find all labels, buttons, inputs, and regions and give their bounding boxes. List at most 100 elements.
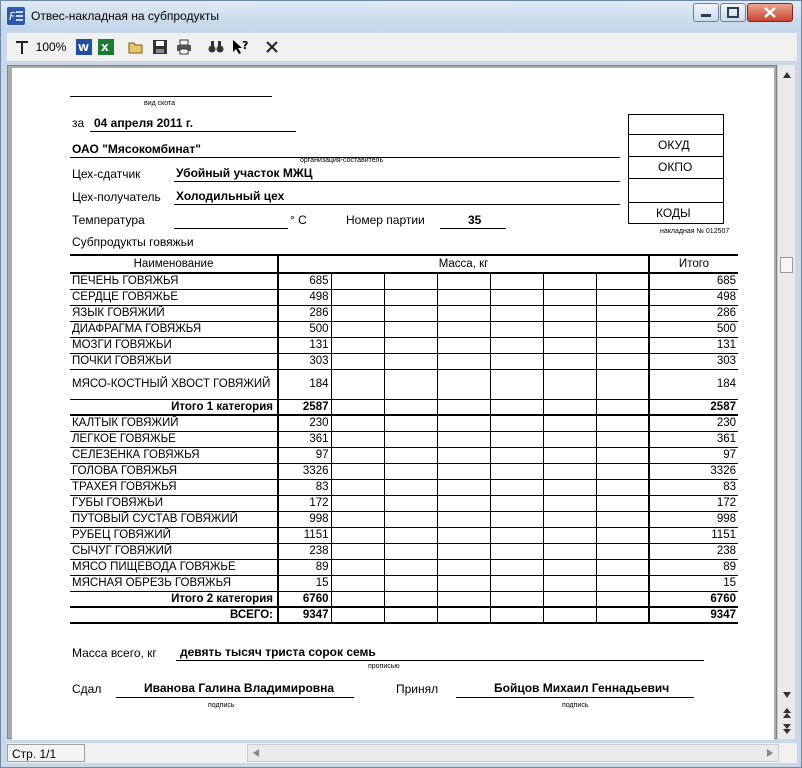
- empty-mass-cell: [595, 446, 650, 464]
- empty-mass-cell: [489, 398, 544, 416]
- empty-mass-cell: [436, 510, 491, 528]
- empty-mass-cell: [595, 494, 650, 512]
- item-name: ПОЧКИ ГОВЯЖЬИ: [70, 352, 279, 370]
- table-header-row: Наименование Масса, кг Итого: [70, 254, 738, 274]
- mass-total-words: девять тысяч триста сорок семь: [180, 645, 376, 659]
- empty-mass-cell: [542, 526, 597, 544]
- empty-mass-cell: [330, 542, 385, 560]
- scroll-right-button[interactable]: [762, 745, 778, 761]
- table-row: МЯСНАЯ ОБРЕЗЬ ГОВЯЖЬЯ 15 15: [70, 574, 738, 592]
- subtotal-row: Итого 2 категория 6760 6760: [70, 590, 738, 608]
- empty-mass-cell: [436, 414, 491, 432]
- zoom-button[interactable]: 100%: [33, 37, 69, 57]
- empty-mass-cell: [383, 558, 438, 576]
- empty-mass-cell: [542, 494, 597, 512]
- empty-mass-cell: [542, 574, 597, 592]
- empty-mass-cell: [595, 398, 650, 416]
- fit-button[interactable]: [13, 37, 31, 57]
- item-name: ГУБЫ ГОВЯЖЬИ: [70, 494, 279, 512]
- table-row: ГУБЫ ГОВЯЖЬИ 172 172: [70, 494, 738, 512]
- item-mass: 303: [277, 352, 332, 370]
- empty-mass-cell: [542, 288, 597, 306]
- item-total: 1151: [648, 526, 738, 544]
- empty-mass-cell: [542, 606, 597, 624]
- empty-mass-cell: [436, 288, 491, 306]
- item-total: 998: [648, 510, 738, 528]
- empty-mass-cell: [489, 272, 544, 290]
- item-total: 89: [648, 558, 738, 576]
- empty-mass-cell: [595, 542, 650, 560]
- item-total: 303: [648, 352, 738, 370]
- item-mass: 83: [277, 478, 332, 496]
- empty-mass-cell: [542, 368, 597, 400]
- empty-mass-cell: [542, 590, 597, 608]
- codes-divider: [628, 156, 724, 157]
- subtotal-row: Итого 1 категория 2587 2587: [70, 398, 738, 416]
- save-button[interactable]: [151, 37, 169, 57]
- scroll-up-button[interactable]: [779, 67, 795, 83]
- table-row: ПЕЧЕНЬ ГОВЯЖЬЯ 685 685: [70, 272, 738, 290]
- empty-mass-cell: [383, 352, 438, 370]
- vertical-scrollbar[interactable]: [777, 65, 795, 739]
- empty-mass-cell: [542, 510, 597, 528]
- open-button[interactable]: [127, 37, 145, 57]
- empty-mass-cell: [383, 288, 438, 306]
- empty-mass-cell: [330, 478, 385, 496]
- export-word-button[interactable]: W: [75, 37, 93, 57]
- page-up-button[interactable]: [779, 705, 795, 721]
- item-name: ВСЕГО:: [70, 606, 279, 624]
- page-down-button[interactable]: [779, 721, 795, 737]
- empty-mass-cell: [489, 336, 544, 354]
- item-name: РУБЕЦ ГОВЯЖИЙ: [70, 526, 279, 544]
- table-row: КАЛТЫК ГОВЯЖИЙ 230 230: [70, 414, 738, 432]
- maximize-button[interactable]: [720, 3, 746, 22]
- empty-mass-cell: [330, 398, 385, 416]
- print-button[interactable]: [175, 37, 193, 57]
- close-doc-button[interactable]: [263, 37, 281, 57]
- item-total: 131: [648, 336, 738, 354]
- took-name: Бойцов Михаил Геннадьевич: [494, 681, 670, 695]
- empty-mass-cell: [489, 288, 544, 306]
- empty-mass-cell: [330, 510, 385, 528]
- empty-mass-cell: [330, 606, 385, 624]
- empty-mass-cell: [489, 352, 544, 370]
- empty-mass-cell: [330, 414, 385, 432]
- document-viewport[interactable]: вид скота за 04 апреля 2011 г. ОАО "Мясо…: [7, 65, 777, 740]
- empty-mass-cell: [595, 288, 650, 306]
- empty-mass-cell: [383, 414, 438, 432]
- export-excel-button[interactable]: X: [97, 37, 115, 57]
- sender-value: Убойный участок МЖЦ: [176, 166, 313, 180]
- mass-words-line: [176, 660, 704, 661]
- empty-mass-cell: [383, 336, 438, 354]
- minimize-button[interactable]: [693, 3, 719, 22]
- item-name: ТРАХЕЯ ГОВЯЖЬЯ: [70, 478, 279, 496]
- close-window-button[interactable]: [747, 3, 793, 22]
- empty-mass-cell: [595, 526, 650, 544]
- item-mass: 1151: [277, 526, 332, 544]
- empty-mass-cell: [383, 590, 438, 608]
- empty-mass-cell: [595, 352, 650, 370]
- item-mass: 498: [277, 288, 332, 306]
- empty-mass-cell: [436, 494, 491, 512]
- empty-mass-cell: [595, 510, 650, 528]
- header-total: Итого: [648, 254, 738, 274]
- help-icon: ?: [233, 39, 248, 54]
- horizontal-scrollbar[interactable]: [247, 744, 779, 762]
- temp-line: [174, 228, 288, 229]
- empty-mass-cell: [595, 304, 650, 322]
- empty-mass-cell: [542, 272, 597, 290]
- codes-divider: [628, 178, 724, 179]
- codes-divider: [628, 202, 724, 203]
- item-name: МЯСО ПИЩЕВОДА ГОВЯЖЬЕ: [70, 558, 279, 576]
- scroll-down-button[interactable]: [779, 687, 795, 703]
- item-name: МЯСНАЯ ОБРЕЗЬ ГОВЯЖЬЯ: [70, 574, 279, 592]
- scroll-thumb[interactable]: [780, 257, 793, 273]
- item-mass: 361: [277, 430, 332, 448]
- took-sign-caption: подпись: [562, 702, 589, 709]
- item-name: СЫЧУГ ГОВЯЖИЙ: [70, 542, 279, 560]
- table-row: ДИАФРАГМА ГОВЯЖЬЯ 500 500: [70, 320, 738, 338]
- empty-mass-cell: [383, 272, 438, 290]
- help-button[interactable]: ?: [231, 37, 251, 57]
- scroll-left-button[interactable]: [248, 745, 264, 761]
- find-button[interactable]: [207, 37, 225, 57]
